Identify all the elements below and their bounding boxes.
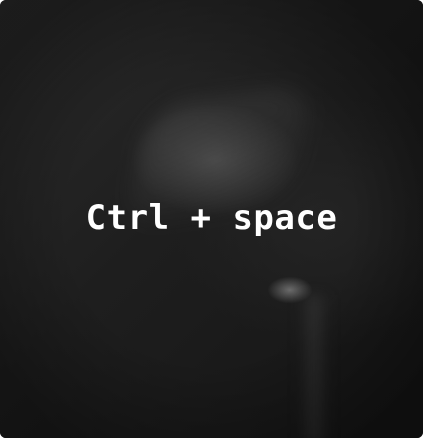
shortcut-card: Ctrl + space	[0, 0, 423, 438]
keyboard-shortcut-label: Ctrl + space	[85, 198, 338, 238]
